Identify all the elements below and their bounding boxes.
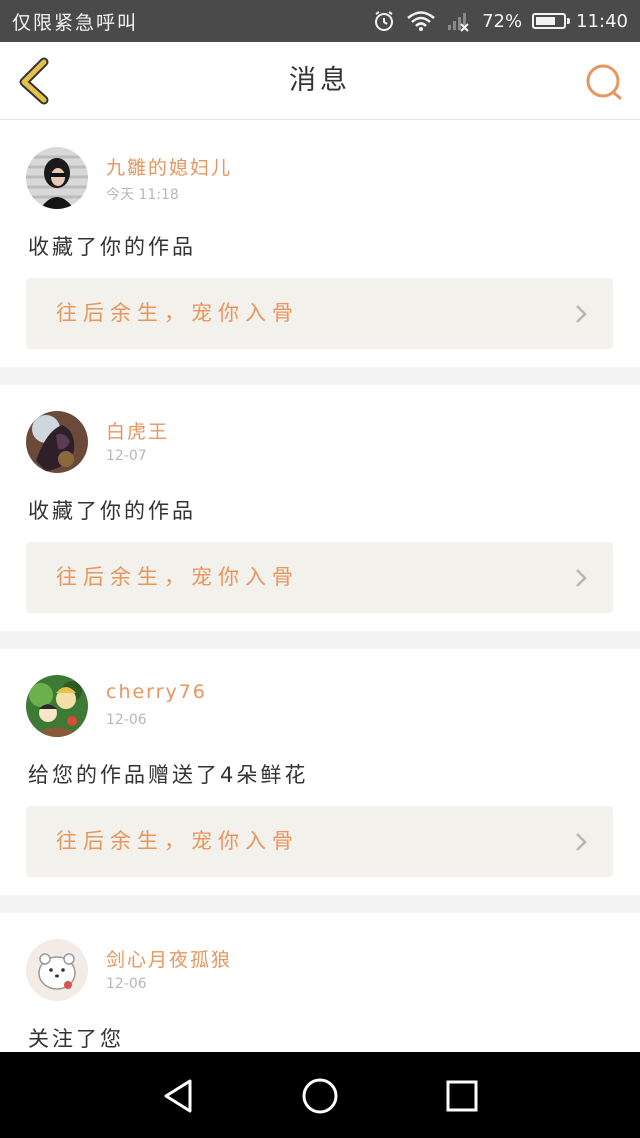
timestamp: 今天 11:18 xyxy=(106,187,179,203)
search-button[interactable] xyxy=(584,62,624,102)
alarm-clock-icon xyxy=(375,11,394,31)
notification-card: cherry76 12-06 给您的作品赠送了4朵鲜花 往后余生，宠你入骨 xyxy=(0,649,640,895)
work-title: 往后余生，宠你入骨 xyxy=(56,565,299,589)
timestamp: 12-06 xyxy=(106,976,147,992)
header: 消息 xyxy=(0,42,640,120)
chevron-right-icon xyxy=(576,569,587,587)
work-link[interactable]: 往后余生，宠你入骨 xyxy=(26,278,613,349)
notification-text: 收藏了你的作品 xyxy=(28,235,196,259)
clock: 11:40 xyxy=(576,10,628,32)
work-link[interactable]: 往后余生，宠你入骨 xyxy=(26,542,613,613)
notification-card: 九雛的媳妇儿 今天 11:18 收藏了你的作品 往后余生，宠你入骨 xyxy=(0,121,640,367)
work-title: 往后余生，宠你入骨 xyxy=(56,829,299,853)
page-title: 消息 xyxy=(289,65,351,96)
no-signal-icon xyxy=(448,13,469,32)
timestamp: 12-07 xyxy=(106,448,147,464)
user-name[interactable]: 剑心月夜孤狼 xyxy=(106,945,232,972)
user-name[interactable]: cherry76 xyxy=(106,681,207,703)
square-recents-icon xyxy=(446,1080,478,1112)
work-link[interactable]: 往后余生，宠你入骨 xyxy=(26,806,613,877)
user-avatar[interactable] xyxy=(26,675,88,737)
nav-home-button[interactable] xyxy=(300,1076,340,1116)
battery-level xyxy=(536,17,555,25)
notification-list[interactable]: 九雛的媳妇儿 今天 11:18 收藏了你的作品 往后余生，宠你入骨 白虎王 12… xyxy=(0,121,640,1052)
notification-text: 给您的作品赠送了4朵鲜花 xyxy=(28,763,309,787)
notification-text: 关注了您 xyxy=(28,1027,124,1051)
chevron-right-icon xyxy=(576,305,587,323)
status-bar: 仅限紧急呼叫 72% 11:40 xyxy=(0,0,640,42)
notification-card: 剑心月夜孤狼 12-06 关注了您 xyxy=(0,913,640,1052)
navigation-bar xyxy=(0,1052,640,1138)
carrier-text: 仅限紧急呼叫 xyxy=(12,11,139,34)
wifi-icon xyxy=(407,11,435,31)
user-avatar[interactable] xyxy=(26,939,88,1001)
nav-back-button[interactable] xyxy=(158,1076,198,1116)
battery-percent: 72% xyxy=(482,10,523,32)
nav-recents-button[interactable] xyxy=(442,1076,482,1116)
notification-text: 收藏了你的作品 xyxy=(28,499,196,523)
chevron-right-icon xyxy=(576,833,587,851)
status-icons: 72% 11:40 xyxy=(372,9,628,33)
timestamp: 12-06 xyxy=(106,712,147,728)
user-name[interactable]: 九雛的媳妇儿 xyxy=(106,153,232,180)
battery-icon xyxy=(532,13,571,29)
user-avatar[interactable] xyxy=(26,147,88,209)
user-name[interactable]: 白虎王 xyxy=(106,417,169,444)
user-avatar[interactable] xyxy=(26,411,88,473)
triangle-back-icon xyxy=(164,1079,192,1113)
search-icon xyxy=(586,64,622,100)
notification-card: 白虎王 12-07 收藏了你的作品 往后余生，宠你入骨 xyxy=(0,385,640,631)
work-title: 往后余生，宠你入骨 xyxy=(56,301,299,325)
circle-home-icon xyxy=(302,1078,338,1114)
